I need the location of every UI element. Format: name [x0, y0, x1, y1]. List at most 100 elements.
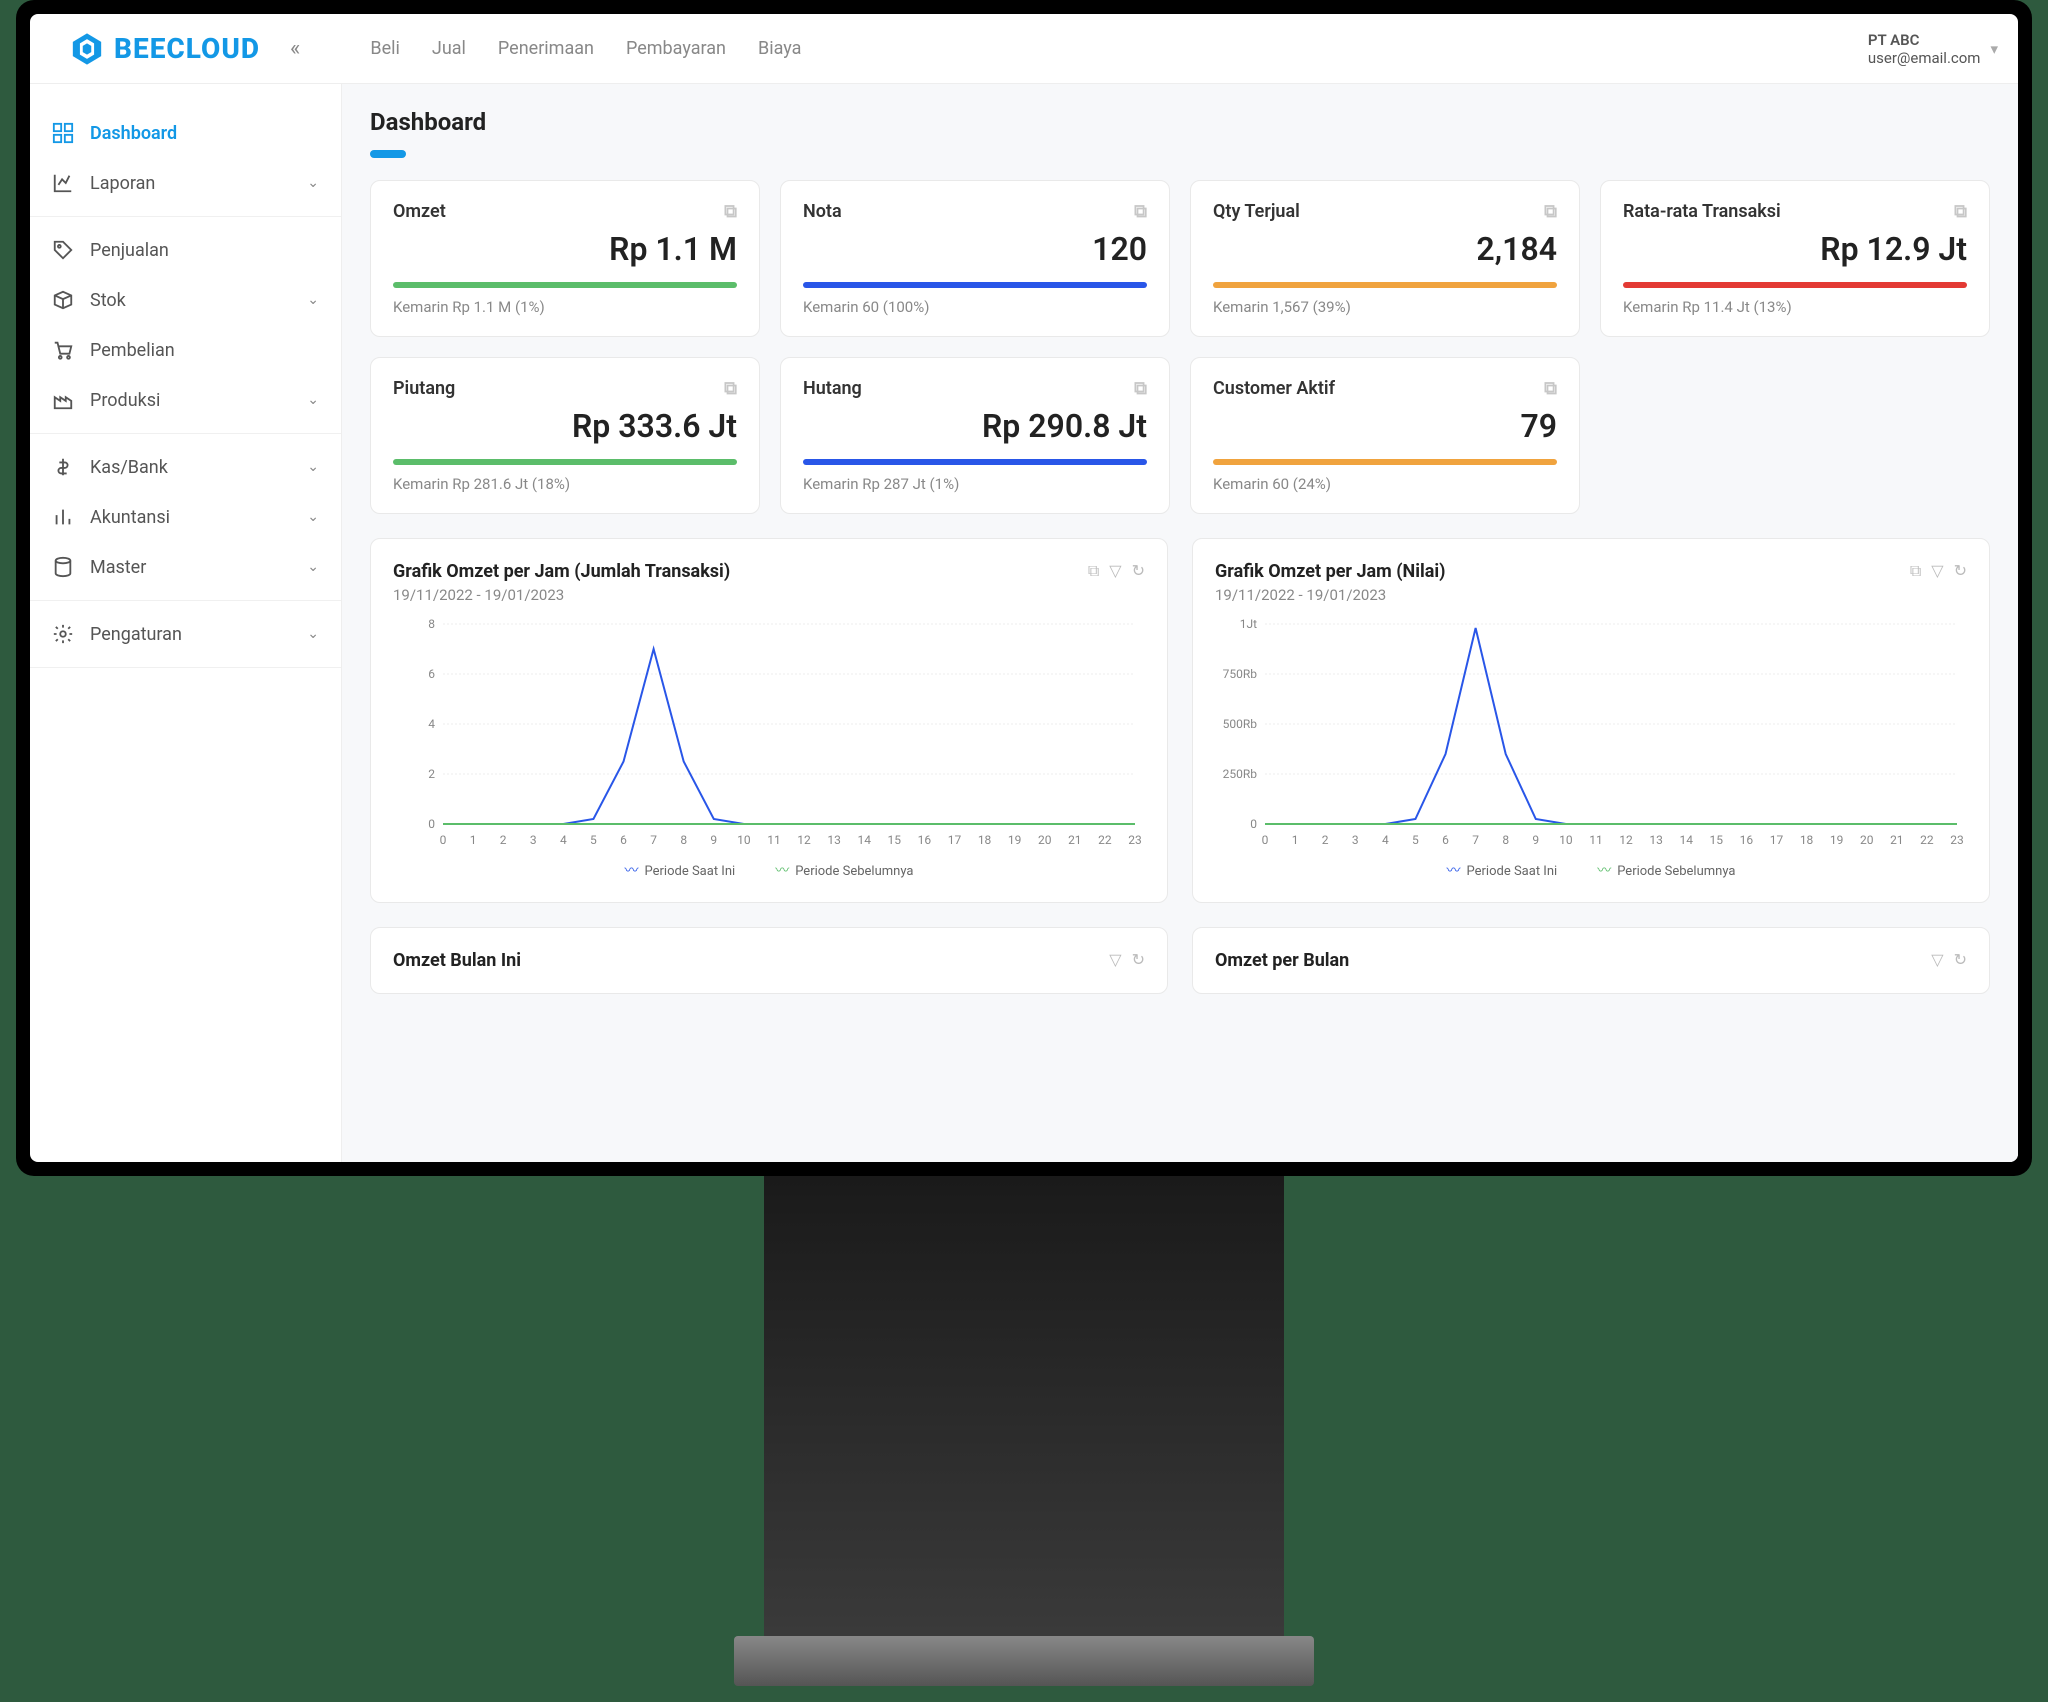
- svg-text:750Rb: 750Rb: [1223, 667, 1258, 681]
- card-title: Qty Terjual: [1213, 201, 1300, 222]
- tag-icon: [52, 239, 74, 261]
- chart1-legend-prev: Periode Sebelumnya: [795, 864, 913, 879]
- chevron-down-icon: ⌄: [307, 175, 319, 191]
- svg-text:12: 12: [1619, 833, 1633, 847]
- svg-text:10: 10: [1559, 833, 1573, 847]
- nav-pembayaran[interactable]: Pembayaran: [626, 38, 726, 59]
- chevron-down-icon: ⌄: [307, 626, 319, 642]
- card-value: Rp 290.8 Jt: [803, 407, 1147, 445]
- sidebar-item-pengaturan[interactable]: Pengaturan ⌄: [30, 609, 341, 659]
- sidebar-item-label: Kas/Bank: [90, 457, 168, 478]
- cart-icon: [52, 339, 74, 361]
- nav-biaya[interactable]: Biaya: [758, 38, 801, 59]
- svg-text:5: 5: [590, 833, 597, 847]
- user-email: user@email.com: [1868, 49, 1981, 67]
- svg-text:19: 19: [1008, 833, 1022, 847]
- sidebar-item-dashboard[interactable]: Dashboard: [30, 108, 341, 158]
- svg-text:23: 23: [1950, 833, 1964, 847]
- card-subtext: Kemarin Rp 281.6 Jt (18%): [393, 475, 737, 493]
- refresh-icon[interactable]: ↻: [1954, 950, 1967, 969]
- filter-icon[interactable]: ▽: [1109, 950, 1121, 969]
- svg-text:10: 10: [737, 833, 751, 847]
- line-chart: 0250Rb500Rb750Rb1Jt012345678910111213141…: [1215, 614, 1967, 854]
- svg-text:1: 1: [1292, 833, 1299, 847]
- progress-bar: [803, 459, 1147, 465]
- svg-text:500Rb: 500Rb: [1223, 717, 1258, 731]
- line-chart: 0246801234567891011121314151617181920212…: [393, 614, 1145, 854]
- sidebar-item-akuntansi[interactable]: Akuntansi ⌄: [30, 492, 341, 542]
- chart1-legend-current: Periode Saat Ini: [645, 864, 736, 879]
- external-link-icon[interactable]: ⧉: [1134, 201, 1147, 222]
- db-icon: [52, 556, 74, 578]
- svg-text:17: 17: [948, 833, 962, 847]
- svg-text:4: 4: [1382, 833, 1389, 847]
- chart-omzet-per-bulan: Omzet per Bulan ▽ ↻: [1192, 927, 1990, 994]
- sidebar-item-label: Laporan: [90, 173, 155, 194]
- external-link-icon[interactable]: ⧉: [1134, 378, 1147, 399]
- stat-card-piutang: Piutang ⧉ Rp 333.6 Jt Kemarin Rp 281.6 J…: [370, 357, 760, 514]
- small2-title: Omzet per Bulan: [1215, 950, 1349, 971]
- svg-text:6: 6: [1442, 833, 1449, 847]
- chart2-range: 19/11/2022 - 19/01/2023: [1215, 586, 1445, 604]
- filter-icon[interactable]: ▽: [1931, 561, 1943, 581]
- bars-icon: [52, 506, 74, 528]
- card-subtext: Kemarin Rp 11.4 Jt (13%): [1623, 298, 1967, 316]
- progress-bar: [393, 459, 737, 465]
- external-link-icon[interactable]: ⧉: [1544, 201, 1557, 222]
- card-value: Rp 12.9 Jt: [1623, 230, 1967, 268]
- box-icon: [52, 289, 74, 311]
- stat-card-nota: Nota ⧉ 120 Kemarin 60 (100%): [780, 180, 1170, 337]
- stat-card-rata-rata-transaksi: Rata-rata Transaksi ⧉ Rp 12.9 Jt Kemarin…: [1600, 180, 1990, 337]
- external-link-icon[interactable]: ⧉: [1954, 201, 1967, 222]
- external-link-icon[interactable]: ⧉: [724, 201, 737, 222]
- sidebar-item-penjualan[interactable]: Penjualan: [30, 225, 341, 275]
- svg-text:2: 2: [500, 833, 507, 847]
- svg-text:9: 9: [710, 833, 717, 847]
- progress-bar: [803, 282, 1147, 288]
- chart2-title: Grafik Omzet per Jam (Nilai): [1215, 561, 1445, 582]
- sidebar-item-pembelian[interactable]: Pembelian: [30, 325, 341, 375]
- accent-bar: [370, 150, 406, 158]
- svg-text:19: 19: [1830, 833, 1844, 847]
- svg-text:13: 13: [827, 833, 841, 847]
- nav-penerimaan[interactable]: Penerimaan: [498, 38, 594, 59]
- page-title: Dashboard: [370, 108, 1990, 136]
- svg-text:4: 4: [428, 717, 435, 731]
- collapse-sidebar-button[interactable]: «: [290, 36, 300, 61]
- refresh-icon[interactable]: ↻: [1132, 950, 1145, 969]
- external-link-icon[interactable]: ⧉: [724, 378, 737, 399]
- sidebar-item-produksi[interactable]: Produksi ⌄: [30, 375, 341, 425]
- svg-text:20: 20: [1038, 833, 1052, 847]
- user-menu[interactable]: PT ABC user@email.com ▾: [1868, 31, 1998, 67]
- svg-text:0: 0: [1250, 817, 1257, 831]
- logo: BEECLOUD: [70, 32, 260, 66]
- sidebar-item-kas-bank[interactable]: Kas/Bank ⌄: [30, 442, 341, 492]
- sidebar-item-laporan[interactable]: Laporan ⌄: [30, 158, 341, 208]
- chevron-down-icon: ⌄: [307, 459, 319, 475]
- nav-beli[interactable]: Beli: [370, 38, 400, 59]
- external-link-icon[interactable]: ⧉: [1910, 561, 1921, 581]
- chart-omzet-nilai: Grafik Omzet per Jam (Nilai) 19/11/2022 …: [1192, 538, 1990, 903]
- svg-text:6: 6: [428, 667, 435, 681]
- sidebar-item-stok[interactable]: Stok ⌄: [30, 275, 341, 325]
- refresh-icon[interactable]: ↻: [1954, 561, 1967, 581]
- filter-icon[interactable]: ▽: [1109, 561, 1121, 581]
- sidebar-item-master[interactable]: Master ⌄: [30, 542, 341, 592]
- svg-text:22: 22: [1920, 833, 1934, 847]
- grid-icon: [52, 122, 74, 144]
- svg-text:16: 16: [1740, 833, 1754, 847]
- stat-card-qty-terjual: Qty Terjual ⧉ 2,184 Kemarin 1,567 (39%): [1190, 180, 1580, 337]
- nav-jual[interactable]: Jual: [432, 38, 466, 59]
- chart2-legend-prev: Periode Sebelumnya: [1617, 864, 1735, 879]
- filter-icon[interactable]: ▽: [1931, 950, 1943, 969]
- external-link-icon[interactable]: ⧉: [1544, 378, 1557, 399]
- card-value: 79: [1213, 407, 1557, 445]
- svg-text:8: 8: [1502, 833, 1509, 847]
- svg-text:7: 7: [650, 833, 657, 847]
- refresh-icon[interactable]: ↻: [1132, 561, 1145, 581]
- external-link-icon[interactable]: ⧉: [1088, 561, 1099, 581]
- svg-text:18: 18: [1800, 833, 1814, 847]
- card-subtext: Kemarin 1,567 (39%): [1213, 298, 1557, 316]
- svg-text:14: 14: [1679, 833, 1693, 847]
- logo-text: BEECLOUD: [114, 32, 260, 65]
